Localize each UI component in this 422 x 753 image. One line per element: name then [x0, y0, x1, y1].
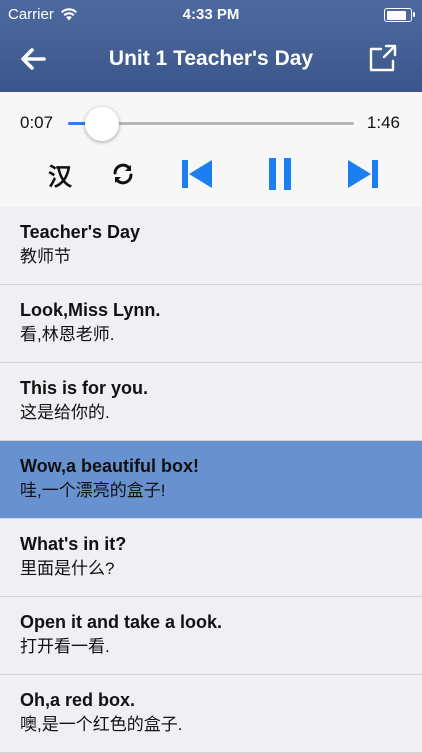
share-icon[interactable]: [366, 41, 400, 75]
sentence-english: What's in it?: [20, 534, 127, 554]
sentence-english: Wow,a beautiful box!: [20, 456, 199, 476]
sentence-row[interactable]: Oh,a red box. 噢,是一个红色的盒子.: [0, 675, 422, 753]
sentence-chinese: 里面是什么?: [20, 559, 115, 578]
progress-thumb[interactable]: [85, 107, 120, 141]
total-time: 1:46: [366, 113, 400, 132]
sentence-row[interactable]: Teacher's Day 教师节: [0, 207, 422, 285]
sentence-chinese: 看,林恩老师.: [20, 325, 115, 344]
next-button[interactable]: [344, 156, 382, 192]
skip-next-icon: [348, 160, 378, 188]
sentence-english: Oh,a red box.: [20, 690, 136, 710]
audio-player: 0:07 1:46 汉: [0, 92, 422, 207]
pause-icon: [269, 158, 291, 190]
sentence-english: Look,Miss Lynn.: [20, 300, 161, 320]
sentence-row[interactable]: Open it and take a look. 打开看一看.: [0, 597, 422, 675]
sentence-english: Teacher's Day: [20, 222, 141, 242]
progress-slider[interactable]: [68, 107, 354, 141]
status-time: 4:33 PM: [182, 6, 240, 23]
sentence-chinese: 噢,是一个红色的盒子.: [20, 715, 183, 734]
previous-button[interactable]: [178, 156, 216, 192]
sentence-row[interactable]: Look,Miss Lynn. 看,林恩老师.: [0, 285, 422, 363]
sentence-chinese: 哇,一个漂亮的盒子!: [20, 481, 166, 500]
battery-icon: [384, 8, 415, 22]
back-arrow-icon[interactable]: [16, 42, 50, 76]
repeat-button[interactable]: [104, 156, 142, 192]
current-time: 0:07: [20, 113, 54, 132]
sentence-list: Teacher's Day 教师节 Look,Miss Lynn. 看,林恩老师. Th…: [0, 207, 422, 753]
skip-previous-icon: [182, 160, 212, 188]
sentence-row[interactable]: This is for you. 这是给你的.: [0, 363, 422, 441]
language-toggle-button[interactable]: 汉: [40, 156, 80, 192]
sentence-row[interactable]: What's in it? 里面是什么?: [0, 519, 422, 597]
header-bar: Carrier 4:33 PM Unit 1 Teacher's Day: [0, 0, 422, 92]
status-bar: Carrier 4:33 PM: [0, 0, 422, 30]
page-title: Unit 1 Teacher's Day: [108, 47, 314, 70]
sentence-english: This is for you.: [20, 378, 149, 398]
pause-button[interactable]: [262, 156, 298, 192]
repeat-icon: [113, 163, 133, 185]
sentence-row[interactable]: Wow,a beautiful box! 哇,一个漂亮的盒子!: [0, 441, 422, 519]
sentence-english: Open it and take a look.: [20, 612, 223, 632]
sentence-chinese: 打开看一看.: [20, 637, 110, 656]
sentence-chinese: 这是给你的.: [20, 403, 110, 422]
battery-fill: [386, 10, 407, 20]
sentence-chinese: 教师节: [20, 247, 71, 266]
